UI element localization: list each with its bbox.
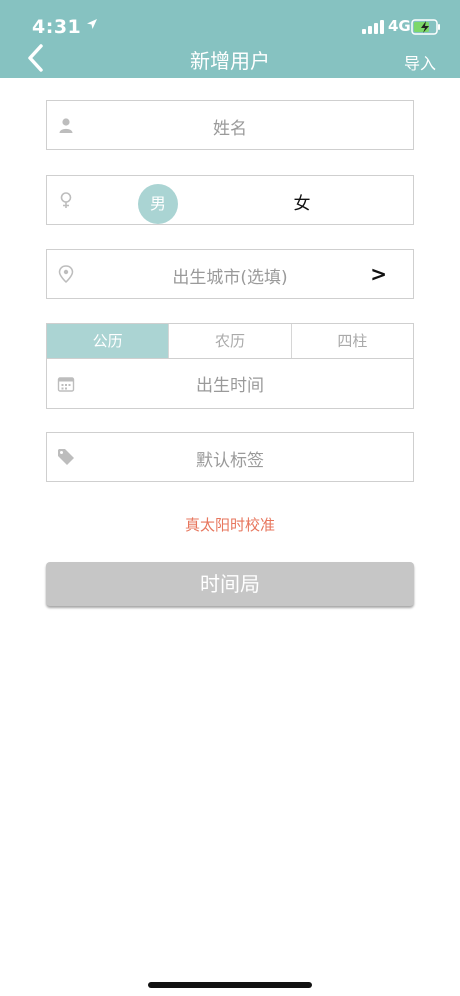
city-arrow-indicator: > bbox=[370, 262, 387, 286]
tab-solar-calendar[interactable]: 公历 bbox=[47, 324, 169, 358]
tag-field[interactable]: 默认标签 bbox=[46, 432, 414, 482]
network-type: 4G bbox=[388, 17, 411, 35]
submit-button[interactable]: 时间局 bbox=[46, 562, 414, 606]
tag-placeholder: 默认标签 bbox=[196, 451, 264, 471]
gender-field: 男 女 bbox=[46, 175, 414, 225]
name-field[interactable]: 姓名 bbox=[46, 100, 414, 150]
tab-four-pillars[interactable]: 四柱 bbox=[290, 324, 413, 358]
tab-lunar-calendar[interactable]: 农历 bbox=[168, 324, 290, 358]
page-title: 新增用户 bbox=[190, 49, 270, 73]
calendar-type-tabs: 公历 农历 四柱 bbox=[47, 324, 413, 359]
location-arrow-icon bbox=[87, 19, 97, 29]
battery-charging-icon bbox=[411, 19, 440, 35]
birth-time-placeholder: 出生时间 bbox=[196, 376, 264, 396]
status-time: 4:31 bbox=[32, 16, 82, 38]
birth-city-field[interactable]: 出生城市(选填) > bbox=[46, 249, 414, 299]
home-indicator[interactable] bbox=[148, 982, 312, 988]
gender-female-option[interactable]: 女 bbox=[282, 189, 322, 214]
nav-header: 4:31 4G 新增用户 导入 bbox=[0, 0, 460, 78]
birth-time-field[interactable]: 出生时间 bbox=[47, 359, 413, 408]
female-symbol-icon bbox=[60, 192, 72, 208]
name-placeholder: 姓名 bbox=[213, 119, 247, 139]
solar-time-calibration-link[interactable]: 真太阳时校准 bbox=[0, 514, 460, 535]
birth-city-placeholder: 出生城市(选填) bbox=[172, 268, 288, 288]
gender-male-option[interactable]: 男 bbox=[138, 184, 178, 224]
cell-signal-icon bbox=[362, 20, 384, 34]
birth-date-section: 公历 农历 四柱 出生时间 bbox=[46, 323, 414, 409]
import-button[interactable]: 导入 bbox=[404, 50, 436, 74]
